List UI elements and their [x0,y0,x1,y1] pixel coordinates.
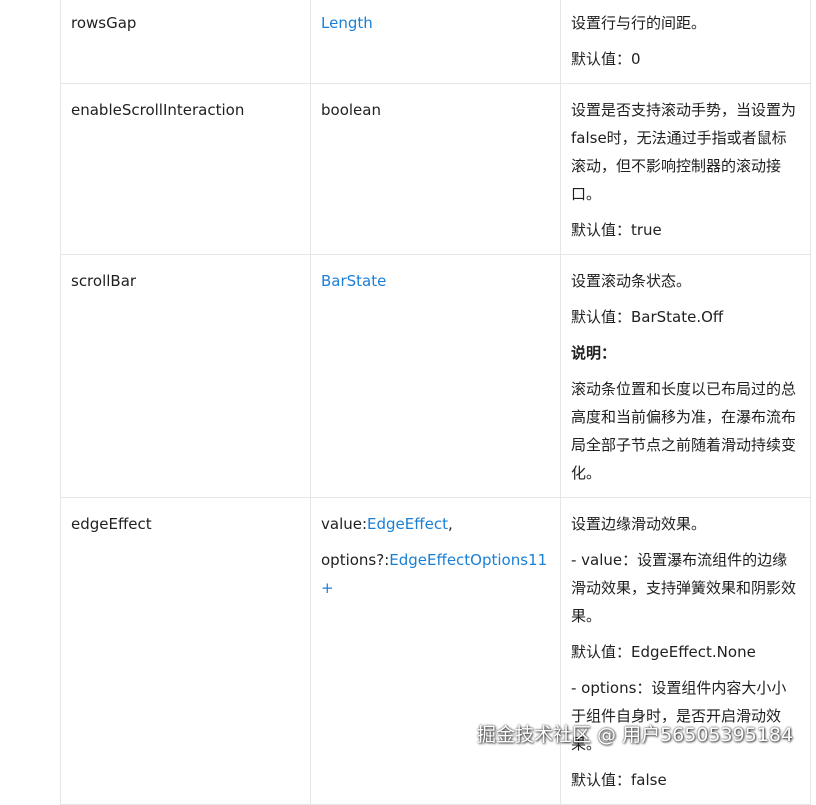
attribute-name: edgeEffect [71,515,152,533]
type-link[interactable]: EdgeEffect [367,515,448,533]
desc-text: 设置是否支持滚动手势，当设置为false时，无法通过手指或者鼠标滚动，但不影响控… [571,101,797,203]
attribute-desc-cell: 设置滚动条状态。 默认值：BarState.Off 说明： 滚动条位置和长度以已… [560,254,811,498]
desc-text: 设置滚动条状态。 [571,272,692,290]
desc-text: 设置边缘滑动效果。 [571,515,707,533]
desc-text: - value：设置瀑布流组件的边缘滑动效果，支持弹簧效果和阴影效果。 [571,551,797,625]
attribute-name: scrollBar [71,272,137,290]
type-text: boolean [321,101,381,119]
param-options-line: options?:EdgeEffectOptions11+ [321,546,550,602]
param-prefix: value: [321,515,368,533]
watermark: 掘金技术社区 @ 用户56505395184 [477,724,794,746]
table-row: rowsGap Length 设置行与行的间距。 默认值：0 [60,0,811,84]
type-link[interactable]: Length [321,14,373,32]
default-value-text: 默认值：BarState.Off [571,308,724,326]
table-row: edgeEffect value:EdgeEffect, options?:Ed… [60,497,811,805]
attribute-table: rowsGap Length 设置行与行的间距。 默认值：0 enableScr… [60,0,811,805]
attribute-desc-cell: 设置行与行的间距。 默认值：0 [560,0,811,84]
table-row: enableScrollInteraction boolean 设置是否支持滚动… [60,83,811,255]
attribute-desc-cell: 设置边缘滑动效果。 - value：设置瀑布流组件的边缘滑动效果，支持弹簧效果和… [560,497,811,805]
param-value-line: value:EdgeEffect, [321,510,550,538]
attribute-type-cell: value:EdgeEffect, options?:EdgeEffectOpt… [310,497,561,805]
table-row: scrollBar BarState 设置滚动条状态。 默认值：BarState… [60,254,811,498]
default-value-text: 默认值：true [571,221,662,239]
attribute-name-cell: edgeEffect [60,497,311,805]
attribute-name: enableScrollInteraction [71,101,245,119]
default-value-text: 默认值：EdgeEffect.None [571,643,756,661]
attribute-type-cell: BarState [310,254,561,498]
type-link[interactable]: BarState [321,272,386,290]
attribute-name-cell: scrollBar [60,254,311,498]
default-value-text: 默认值：0 [571,50,641,68]
attribute-name-cell: enableScrollInteraction [60,83,311,255]
desc-text: 设置行与行的间距。 [571,14,707,32]
attribute-type-cell: boolean [310,83,561,255]
attribute-desc-cell: 设置是否支持滚动手势，当设置为false时，无法通过手指或者鼠标滚动，但不影响控… [560,83,811,255]
attribute-name: rowsGap [71,14,137,32]
attribute-type-cell: Length [310,0,561,84]
note-text: 滚动条位置和长度以已布局过的总高度和当前偏移为准，在瀑布流布局全部子节点之前随着… [571,380,797,482]
note-heading: 说明： [571,344,617,362]
default-value-text: 默认值：false [571,771,667,789]
attribute-name-cell: rowsGap [60,0,311,84]
api-attribute-table: rowsGap Length 设置行与行的间距。 默认值：0 enableScr… [60,0,811,805]
param-prefix: options?: [321,551,390,569]
param-suffix: , [447,515,453,533]
